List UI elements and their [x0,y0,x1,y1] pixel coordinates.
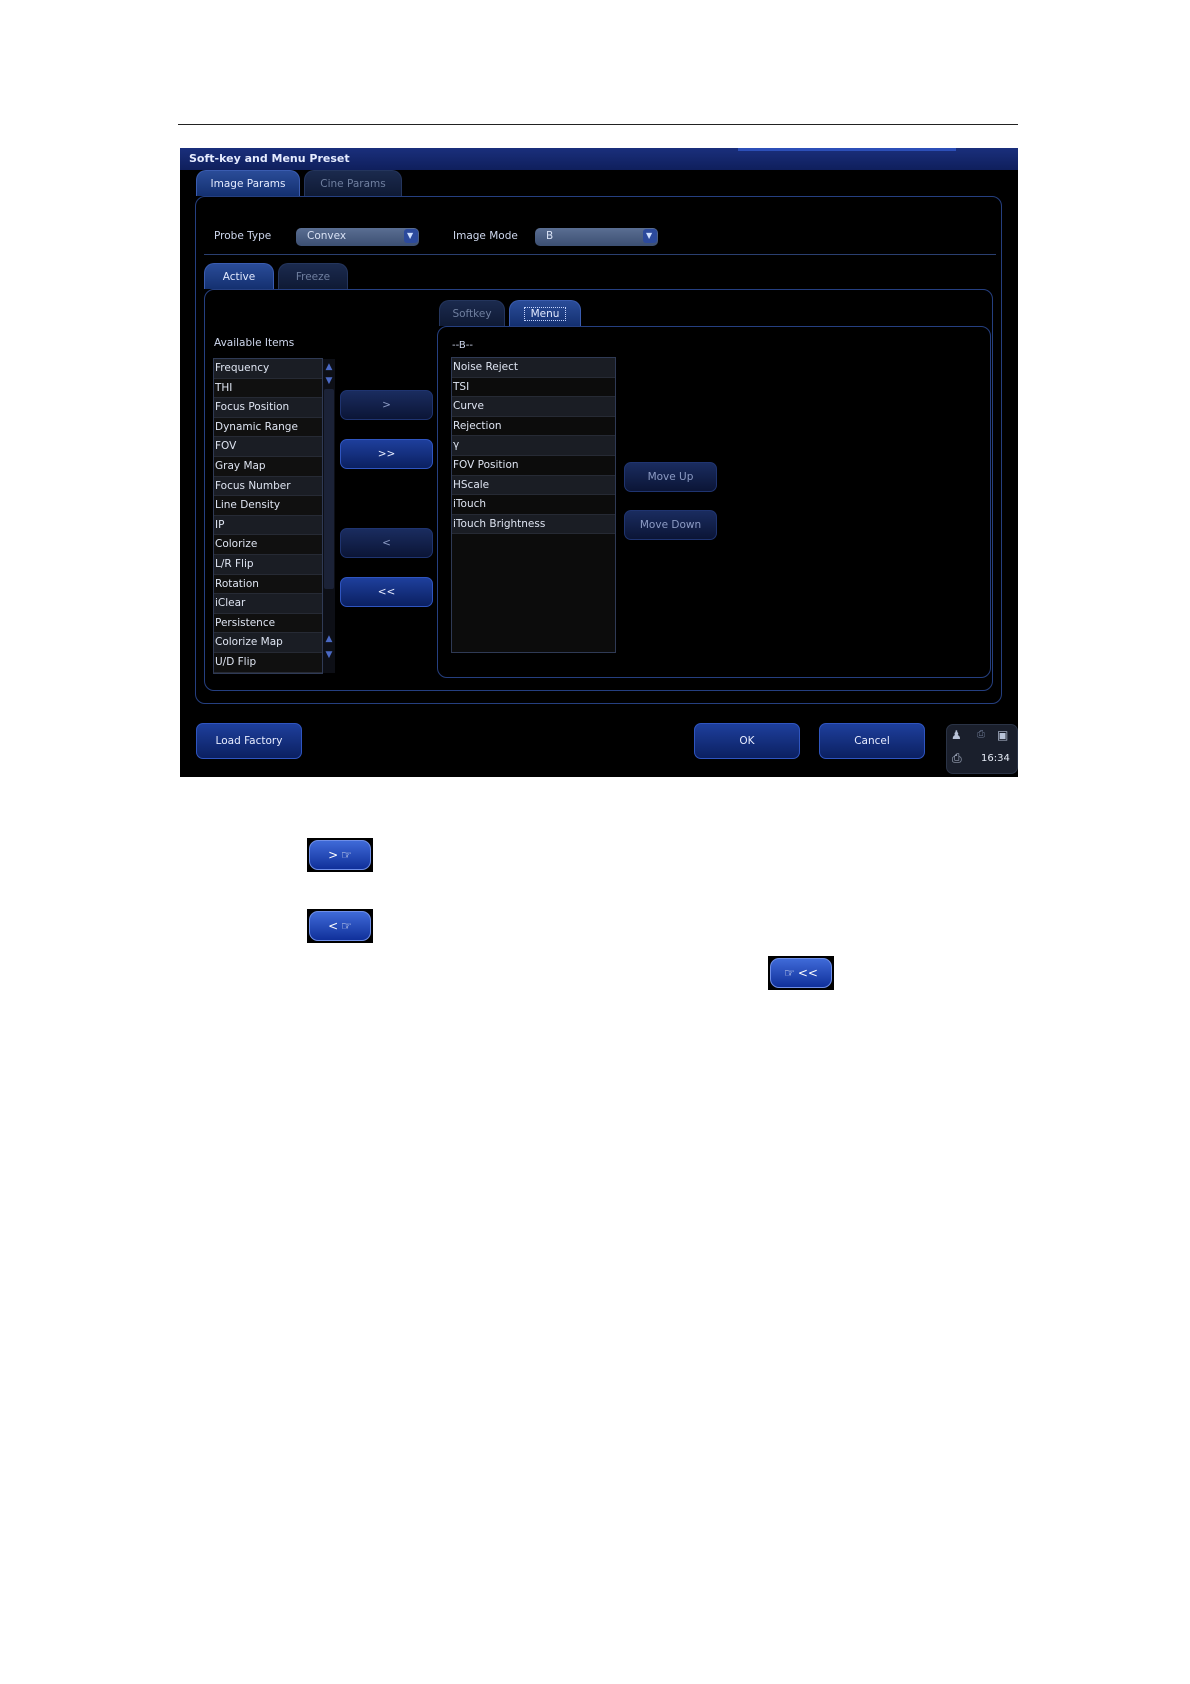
clock: 16:34 [981,753,1010,764]
cancel-button[interactable]: Cancel [819,723,925,759]
list-item[interactable]: THI [214,379,322,399]
menu-header: --B-- [452,340,473,351]
list-item[interactable]: Dynamic Range [214,418,322,438]
status-tray: ♟ ⎙ ▣ ⎙ 16:34 [946,724,1018,774]
load-factory-button[interactable]: Load Factory [196,723,302,759]
list-item[interactable]: Rejection [452,417,615,437]
image-mode-select[interactable]: B ▼ [535,228,658,246]
list-item[interactable]: Focus Number [214,476,322,497]
list-item[interactable]: Gray Map [214,457,322,477]
list-item[interactable]: Persistence [214,614,322,634]
list-item[interactable]: IP [214,515,322,536]
list-item[interactable]: Colorize Map [214,633,322,653]
hand-cursor-icon: ☞ [341,848,352,862]
printer-icon: ⎙ [977,729,985,740]
list-item[interactable]: iTouch Brightness [452,514,615,535]
available-scrollbar[interactable]: ▲ ▼ ▲ ▼ [323,359,335,673]
user-icon: ♟ [951,728,962,742]
tab-freeze[interactable]: Freeze [278,263,348,289]
scroll-up-icon[interactable]: ▲ [324,633,334,645]
list-item[interactable]: FOV Position [452,456,615,476]
list-item[interactable]: Colorize [214,535,322,555]
window-title: Soft-key and Menu Preset [189,152,350,165]
remove-all-button[interactable]: << [340,577,433,607]
list-item[interactable]: Line Density [214,496,322,516]
list-item[interactable]: TSI [452,378,615,398]
chevron-down-icon: ▼ [404,229,418,243]
chevron-down-icon: ▼ [643,229,657,243]
list-item[interactable]: Curve [452,397,615,417]
preset-window: Soft-key and Menu Preset Image Params Ci… [180,148,1018,777]
tab-active[interactable]: Active [204,263,274,289]
probe-type-select[interactable]: Convex ▼ [296,228,419,246]
scroll-down-icon[interactable]: ▼ [324,649,334,661]
page-rule [178,124,1018,125]
ok-button[interactable]: OK [694,723,800,759]
list-item[interactable]: Focus Position [214,398,322,418]
scroll-thumb[interactable] [324,389,334,589]
hand-cursor-icon: ☞ [341,919,352,933]
available-items-label: Available Items [214,337,295,349]
probe-type-label: Probe Type [214,230,272,242]
list-item[interactable]: FOV [214,437,322,457]
remove-button-illustration: < ☞ [307,909,373,943]
list-item[interactable]: Noise Reject [452,358,615,378]
printer-icon: ⎙ [952,751,962,765]
add-button-illustration: > ☞ [307,838,373,872]
list-item[interactable]: L/R Flip [214,554,322,575]
list-item[interactable]: HScale [452,475,615,496]
list-item[interactable]: Rotation [214,575,322,595]
add-button[interactable]: > [340,390,433,420]
tab-image-params[interactable]: Image Params [196,170,300,196]
tab-softkey[interactable]: Softkey [439,300,505,326]
list-item[interactable]: U/D Flip [214,653,322,673]
list-item[interactable]: iTouch [452,495,615,515]
image-mode-label: Image Mode [453,230,518,242]
title-bar: Soft-key and Menu Preset [180,148,1018,170]
add-all-button[interactable]: >> [340,439,433,469]
remove-all-button-illustration: ☞ << [768,956,834,990]
scroll-down-icon[interactable]: ▼ [324,375,334,387]
hand-cursor-icon: ☞ [784,966,795,980]
list-item[interactable]: iClear [214,594,322,614]
menu-items-list[interactable]: Noise Reject TSI Curve Rejection γ FOV P… [451,357,616,653]
available-items-list[interactable]: Frequency THI Focus Position Dynamic Ran… [213,358,323,674]
scroll-up-icon[interactable]: ▲ [324,361,334,373]
list-item[interactable]: γ [452,436,615,456]
tab-cine-params[interactable]: Cine Params [304,170,402,196]
list-item[interactable]: Frequency [214,359,322,379]
move-down-button[interactable]: Move Down [624,510,717,540]
tab-menu[interactable]: Menu [509,300,581,326]
monitor-icon: ▣ [997,728,1009,742]
remove-button[interactable]: < [340,528,433,558]
move-up-button[interactable]: Move Up [624,462,717,492]
